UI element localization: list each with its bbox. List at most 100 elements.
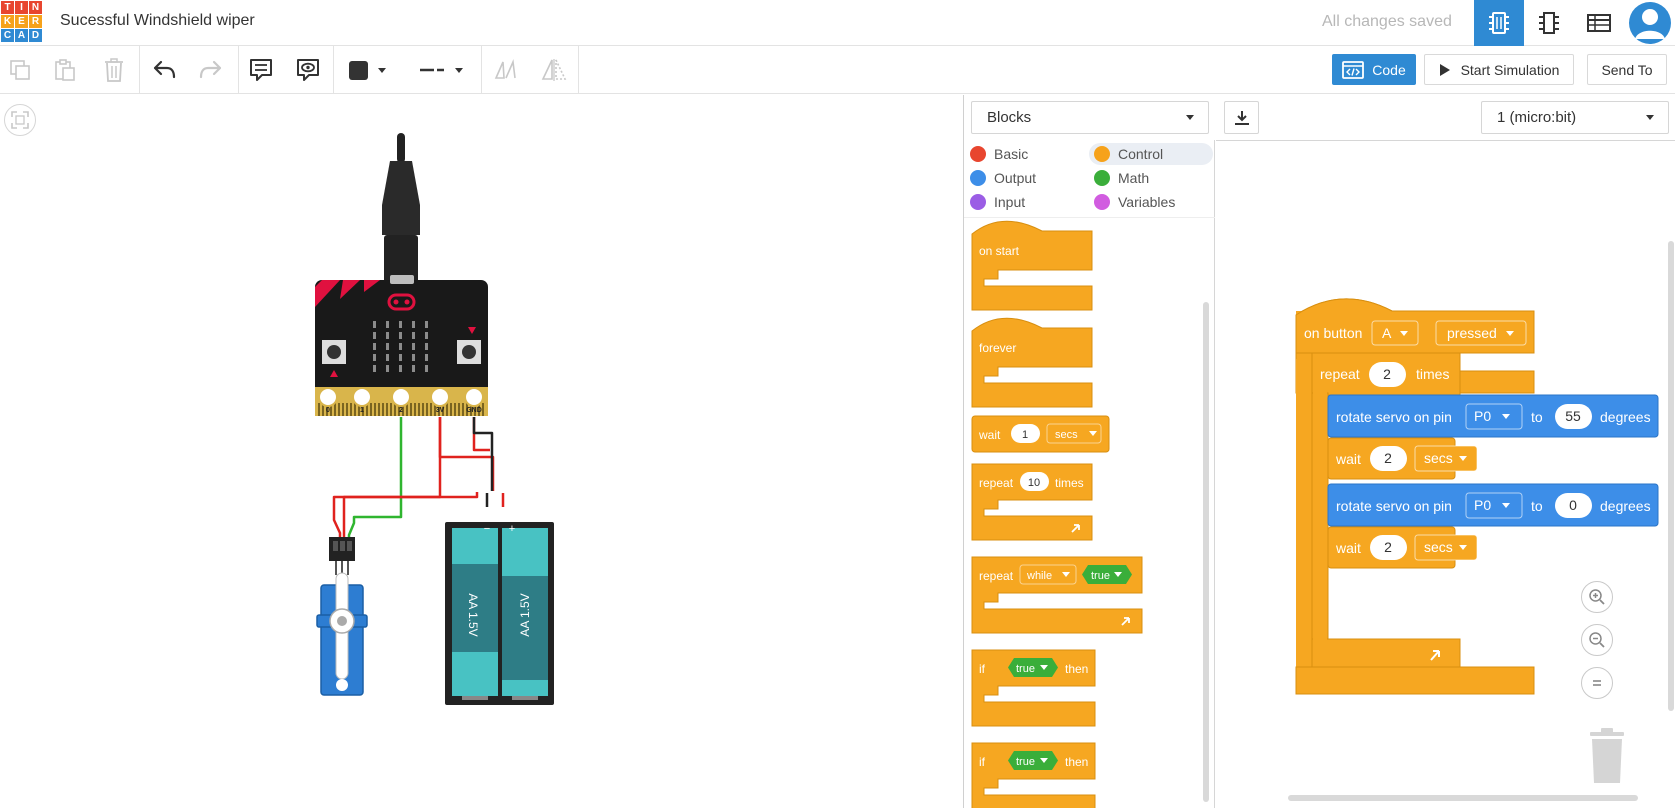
tinkercad-logo[interactable]: TIN KER CAD <box>0 0 42 44</box>
pin-pad[interactable] <box>318 387 338 407</box>
notes-button[interactable] <box>243 52 279 88</box>
toggle-notes-visibility-button[interactable] <box>290 52 326 88</box>
while-option[interactable]: while <box>1026 570 1052 582</box>
block-label: rotate servo on pin <box>1336 498 1452 514</box>
repeat-count[interactable]: 2 <box>1383 366 1391 382</box>
battery-pack[interactable]: AA 1.5V AA 1.5V − + <box>445 522 554 705</box>
wire-type-dropdown[interactable] <box>413 52 469 88</box>
block-label: times <box>1055 476 1084 490</box>
boolean-true[interactable]: true <box>1091 570 1110 582</box>
button-selector[interactable]: A <box>1382 325 1392 341</box>
paste-icon <box>55 59 75 81</box>
category-control[interactable]: Control <box>1089 143 1213 165</box>
pin-label: 1 <box>360 407 364 414</box>
send-to-button[interactable]: Send To <box>1587 54 1667 85</box>
battery-positive-wire[interactable] <box>438 417 495 491</box>
schematic-view-button[interactable] <box>1524 0 1574 46</box>
angle-value[interactable]: 55 <box>1565 408 1581 424</box>
servo-motor[interactable] <box>316 537 368 696</box>
user-avatar[interactable] <box>1626 0 1674 46</box>
device-value: 1 (micro:bit) <box>1497 109 1577 126</box>
edge-strip <box>458 403 460 416</box>
wait-value[interactable]: 1 <box>1022 429 1028 441</box>
code-button[interactable]: Code <box>1332 54 1416 85</box>
flip-button[interactable] <box>487 52 523 88</box>
start-simulation-button[interactable]: Start Simulation <box>1424 54 1574 85</box>
edge-strip <box>446 403 448 416</box>
code-mode-value: Blocks <box>987 109 1032 126</box>
wait-unit[interactable]: secs <box>1424 539 1453 555</box>
device-dropdown[interactable]: 1 (micro:bit) <box>1481 101 1669 134</box>
pin-label: 0 <box>326 407 330 414</box>
block-label: repeat <box>979 569 1014 583</box>
zoom-in-button[interactable] <box>1581 581 1613 613</box>
circuit-canvas[interactable]: 0 1 2 3V GND AA 1.5V AA 1.5V − + <box>0 95 963 808</box>
on-start-block[interactable]: on start <box>971 220 1093 311</box>
send-to-label: Send To <box>1601 61 1653 78</box>
download-code-button[interactable] <box>1224 101 1259 134</box>
category-output[interactable]: Output <box>965 167 1085 189</box>
led <box>412 321 415 328</box>
toolbar-divider <box>481 46 482 94</box>
rotate-servo-block[interactable]: rotate servo on pin P0 to 55 degrees <box>1327 394 1659 438</box>
boolean-true[interactable]: true <box>1016 756 1035 768</box>
wait-unit[interactable]: secs <box>1055 429 1078 441</box>
workspace-vertical-scrollbar[interactable] <box>1668 241 1674 711</box>
forever-block[interactable]: forever <box>971 317 1093 408</box>
copy-button[interactable] <box>2 52 38 88</box>
block-label: if <box>979 662 986 676</box>
pin-pad[interactable] <box>352 387 372 407</box>
repeat-value[interactable]: 10 <box>1028 477 1040 489</box>
wait-value[interactable]: 2 <box>1384 450 1392 466</box>
action-selector[interactable]: pressed <box>1447 325 1497 341</box>
code-workspace[interactable]: on button A pressed repeat 2 times rotat… <box>1216 140 1675 808</box>
pin-selector[interactable]: P0 <box>1474 497 1491 513</box>
project-title[interactable]: Sucessful Windshield wiper <box>60 12 255 30</box>
wait-block[interactable]: wait 2 secs <box>1327 437 1478 480</box>
pin-pad[interactable] <box>391 387 411 407</box>
boolean-true[interactable]: true <box>1016 663 1035 675</box>
workspace-horizontal-scrollbar[interactable] <box>1288 795 1638 801</box>
pin-selector[interactable]: P0 <box>1474 408 1491 424</box>
if-then-block[interactable]: if true then <box>971 649 1096 727</box>
microbit-board[interactable]: 0 1 2 3V GND <box>315 275 488 416</box>
ground-wire[interactable] <box>472 417 494 491</box>
color-picker-dropdown[interactable] <box>343 52 392 88</box>
delete-button[interactable] <box>96 52 132 88</box>
wait-value[interactable]: 2 <box>1384 539 1392 555</box>
wait-unit[interactable]: secs <box>1424 450 1453 466</box>
edge-strip <box>450 403 452 416</box>
circuit-view-button[interactable] <box>1474 0 1524 46</box>
repeat-block[interactable]: repeat 10 times <box>971 463 1093 541</box>
category-variables[interactable]: Variables <box>1089 191 1209 213</box>
pin-pad[interactable] <box>430 387 450 407</box>
block-label: repeat <box>979 476 1014 490</box>
pin-pad[interactable] <box>464 387 484 407</box>
category-math[interactable]: Math <box>1089 167 1209 189</box>
paste-button[interactable] <box>47 52 83 88</box>
angle-value[interactable]: 0 <box>1569 497 1577 513</box>
redo-button[interactable] <box>193 52 229 88</box>
code-mode-dropdown[interactable]: Blocks <box>971 101 1209 134</box>
zoom-out-button[interactable] <box>1581 624 1613 656</box>
undo-button[interactable] <box>146 52 182 88</box>
flyout-scrollbar[interactable] <box>1203 302 1209 802</box>
edge-strip <box>374 403 376 416</box>
repeat-while-block[interactable]: repeat while true <box>971 556 1143 634</box>
component-list-button[interactable] <box>1574 0 1624 46</box>
block-label: times <box>1416 366 1449 382</box>
block-toolbox: Basic Control Output Math Input Variable… <box>964 140 1215 808</box>
trash-can-icon[interactable] <box>1586 727 1628 787</box>
mirror-icon <box>541 59 567 81</box>
wait-block[interactable]: wait 2 secs <box>1327 526 1478 569</box>
logo-letter: A <box>15 29 28 42</box>
mirror-button[interactable] <box>536 52 572 88</box>
wait-block[interactable]: wait 1 secs <box>971 415 1110 453</box>
category-input[interactable]: Input <box>965 191 1085 213</box>
signal-wire[interactable] <box>347 417 403 558</box>
reset-zoom-button[interactable] <box>1581 667 1613 699</box>
rotate-servo-block[interactable]: rotate servo on pin P0 to 0 degrees <box>1327 483 1659 527</box>
category-basic[interactable]: Basic <box>965 143 1085 165</box>
code-button-label: Code <box>1372 61 1406 78</box>
if-then-block[interactable]: if true then <box>971 742 1096 808</box>
